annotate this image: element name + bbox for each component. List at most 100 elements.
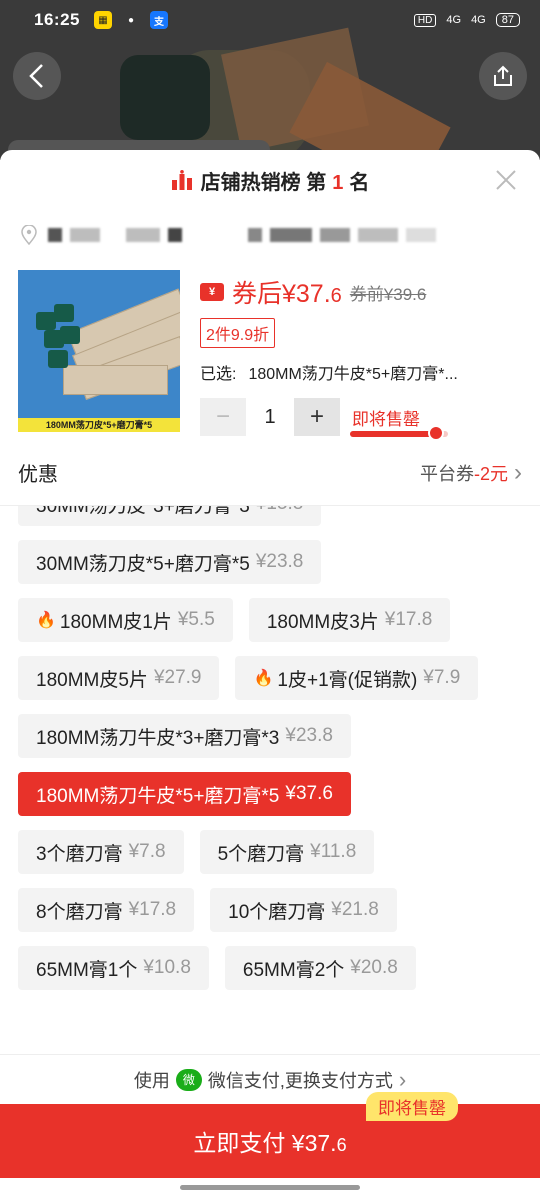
- quantity-stepper: − 1 + 即将售罄: [200, 398, 520, 441]
- sku-options-grid: 30MM荡刀皮*3+磨刀膏*3¥15.830MM荡刀皮*5+磨刀膏*5¥23.8…: [18, 506, 522, 990]
- sku-option-price: ¥37.6: [285, 783, 333, 804]
- rank-suffix: 名: [349, 171, 370, 194]
- payment-method-row[interactable]: 使用 微 微信支付,更换支付方式 ›: [0, 1054, 540, 1104]
- address-row[interactable]: [0, 210, 540, 260]
- sku-option-name: 65MM膏2个: [242, 959, 345, 981]
- product-summary: 180MM荡刀皮*5+磨刀膏*5 ¥ 券后¥37.6 券前¥39.6 2件9.9…: [0, 260, 540, 441]
- status-app-icons: ▦ ● 支: [93, 11, 168, 29]
- selected-sku-row: 已选: 180MM荡刀牛皮*5+磨刀膏*...: [200, 360, 520, 384]
- wechat-pay-icon: 微: [175, 1068, 202, 1091]
- sku-option[interactable]: 180MM荡刀牛皮*3+磨刀膏*3 ¥23.8: [18, 714, 351, 758]
- price-before-coupon: 券前¥39.6: [349, 284, 427, 304]
- sku-option[interactable]: 180MM荡刀牛皮*5+磨刀膏*5 ¥37.6: [18, 772, 351, 816]
- product-thumbnail[interactable]: 180MM荡刀皮*5+磨刀膏*5: [18, 270, 180, 432]
- sku-option-price: ¥7.9: [423, 667, 461, 688]
- sku-option-price: ¥17.8: [384, 609, 433, 630]
- clock-icon: [428, 424, 444, 441]
- sku-option-price: ¥10.8: [143, 957, 191, 978]
- back-button[interactable]: [13, 52, 61, 100]
- coupon-icon: ¥: [200, 283, 224, 301]
- sku-option[interactable]: 65MM膏1个 ¥10.8: [18, 946, 209, 990]
- payment-method-prefix: 使用: [133, 1070, 170, 1091]
- sku-options-area: 30MM荡刀皮*3+磨刀膏*3¥15.830MM荡刀皮*5+磨刀膏*5¥23.8…: [0, 506, 540, 1034]
- sku-option-price: ¥23.8: [285, 725, 333, 746]
- sku-option-price: ¥17.8: [128, 899, 177, 920]
- product-photo-shape: [120, 55, 210, 140]
- sku-option-name: 8个磨刀膏: [36, 901, 123, 923]
- hot-flame-icon: 🔥: [36, 612, 56, 629]
- sku-option[interactable]: 🔥 1皮+1膏(促销款) ¥7.9: [235, 656, 479, 700]
- hot-flame-icon: 🔥: [253, 670, 274, 687]
- status-bar: 16:25 ▦ ● 支 HD 4G 4G 87: [0, 0, 540, 40]
- share-icon: [494, 65, 512, 86]
- sku-option[interactable]: 8个磨刀膏 ¥17.8: [18, 888, 195, 932]
- sku-option[interactable]: 10个磨刀膏 ¥21.8: [210, 888, 397, 932]
- app-notification-icon: ●: [127, 14, 134, 26]
- sku-option[interactable]: 180MM皮3片 ¥17.8: [248, 598, 451, 642]
- sheet-header: 店铺热销榜 第1名: [0, 150, 540, 210]
- sku-option[interactable]: 🔥 180MM皮1片 ¥5.5: [18, 598, 233, 642]
- sku-option[interactable]: 180MM皮5片 ¥27.9: [18, 656, 220, 700]
- platform-coupon-label: 平台券: [419, 463, 474, 484]
- hot-rank-title[interactable]: 店铺热销榜 第1名: [171, 166, 370, 195]
- sku-option-name: 30MM荡刀皮*3+磨刀膏*3: [36, 506, 250, 517]
- sku-option-price: ¥7.8: [128, 841, 166, 862]
- decrease-quantity-button[interactable]: −: [200, 398, 246, 436]
- sku-option-price: ¥15.8: [256, 506, 304, 515]
- chevron-right-icon: ›: [398, 1066, 407, 1092]
- sku-option[interactable]: 5个磨刀膏 ¥11.8: [199, 830, 375, 874]
- signal-icon: 4G: [446, 14, 462, 26]
- rank-prefix: 店铺热销榜 第: [200, 171, 327, 194]
- battery-icon: 87: [495, 13, 520, 27]
- sku-option[interactable]: 30MM荡刀皮*5+磨刀膏*5 ¥23.8: [18, 540, 322, 584]
- product-info: ¥ 券后¥37.6 券前¥39.6 2件9.9折 已选: 180MM荡刀牛皮*5+…: [200, 270, 520, 441]
- pay-now-button[interactable]: 立即支付 ¥37.6 即将售罄: [0, 1092, 540, 1178]
- sku-option-name: 3个磨刀膏: [36, 843, 123, 865]
- sku-option[interactable]: 65MM膏2个 ¥20.8: [224, 946, 416, 990]
- payment-method-text: 微信支付,更换支付方式: [207, 1070, 393, 1091]
- chevron-right-icon: ›: [514, 458, 522, 486]
- sku-option-name: 180MM皮1片: [59, 611, 172, 633]
- location-pin-icon: [21, 225, 37, 245]
- sku-selection-sheet: 店铺热销榜 第1名 180MM荡刀皮*5+磨刀膏*5 ¥ 券后¥37.6 券前¥…: [0, 150, 540, 1200]
- pay-now-label: 立即支付 ¥37.6: [193, 1130, 347, 1156]
- sku-option-name: 180MM皮3片: [266, 611, 379, 633]
- app-notification-icon: ▦: [93, 11, 112, 29]
- sku-option[interactable]: 3个磨刀膏 ¥7.8: [18, 830, 184, 874]
- close-icon[interactable]: [494, 168, 518, 192]
- hd-icon: HD: [413, 13, 437, 27]
- sku-option-name: 65MM膏1个: [36, 959, 138, 981]
- sku-option-name: 180MM荡刀牛皮*5+磨刀膏*5: [36, 785, 280, 807]
- quantity-value[interactable]: 1: [246, 406, 294, 429]
- selling-out-label: 即将售罄: [352, 409, 420, 429]
- sku-option-price: ¥27.9: [153, 667, 202, 688]
- selected-label: 已选:: [200, 366, 237, 383]
- alipay-icon: 支: [149, 11, 168, 29]
- home-indicator[interactable]: [180, 1185, 360, 1190]
- sku-option-name: 180MM皮5片: [36, 669, 148, 691]
- sku-option-name: 30MM荡刀皮*5+磨刀膏*5: [36, 553, 250, 575]
- signal-icon: 4G: [471, 14, 486, 26]
- platform-coupon-value: -2元: [473, 463, 508, 484]
- sku-option[interactable]: 30MM荡刀皮*3+磨刀膏*3 ¥15.8: [18, 506, 322, 526]
- platform-coupon: 平台券-2元 ›: [420, 459, 522, 487]
- sku-option-price: ¥23.8: [255, 551, 304, 572]
- sku-option-price: ¥5.5: [177, 609, 215, 630]
- sku-option-price: ¥11.8: [310, 841, 357, 862]
- sku-option-price: ¥21.8: [331, 899, 379, 920]
- price-after-coupon: 券后¥37.6: [232, 280, 342, 308]
- stock-progress-fill: [350, 430, 434, 437]
- sku-option-name: 1皮+1膏(促销款): [277, 669, 418, 691]
- price-row: ¥ 券后¥37.6 券前¥39.6: [200, 274, 520, 310]
- increase-quantity-button[interactable]: +: [294, 398, 340, 436]
- selling-out-badge: 即将售罄: [366, 1092, 458, 1121]
- selected-value: 180MM荡刀牛皮*5+磨刀膏*...: [248, 366, 458, 383]
- discount-tag: 2件9.9折: [200, 318, 276, 348]
- status-indicators: HD 4G 4G 87: [413, 13, 520, 27]
- sku-option-name: 180MM荡刀牛皮*3+磨刀膏*3: [36, 727, 280, 749]
- sku-option-price: ¥20.8: [350, 957, 398, 978]
- promotion-title: 优惠: [18, 464, 58, 486]
- share-button[interactable]: [479, 52, 527, 100]
- promotion-row[interactable]: 优惠 平台券-2元 ›: [0, 440, 540, 506]
- chevron-left-icon: [29, 64, 43, 88]
